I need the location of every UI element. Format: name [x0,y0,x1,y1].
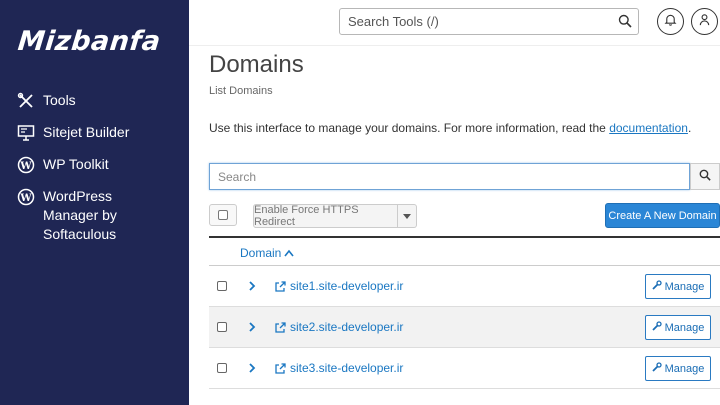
row-checkbox[interactable] [217,322,227,332]
manage-label: Manage [664,321,705,334]
domain-link[interactable]: site2.site-developer.ir [290,320,403,334]
brand-logo[interactable]: Mizbanfa [16,26,162,57]
manage-button[interactable]: Manage [645,315,711,340]
search-tools-placeholder: Search Tools (/) [348,14,439,29]
domains-table: Domain site1.site-developer.ir Manage si… [209,236,720,389]
manage-label: Manage [664,280,705,293]
documentation-link[interactable]: documentation [609,121,688,135]
page-title: Domains [209,51,304,78]
force-https-button[interactable]: Enable Force HTTPS Redirect [253,204,398,228]
monitor-icon [16,123,36,142]
domain-link[interactable]: site1.site-developer.ir [290,279,403,293]
user-icon [698,13,711,31]
sidebar-item-sitejet[interactable]: Sitejet Builder [16,123,129,142]
manage-button[interactable]: Manage [645,274,711,299]
svg-text:W: W [19,161,32,172]
checkbox-box [218,210,228,220]
domains-toolbar: Enable Force HTTPS Redirect Create A New… [209,203,720,228]
sidebar-item-tools[interactable]: Tools [16,91,76,110]
sidebar: Mizbanfa Tools Sitejet Builder W WP Tool… [0,0,189,405]
table-row: site1.site-developer.ir Manage [209,266,720,307]
external-link-icon[interactable] [274,362,286,380]
sidebar-item-label: Tools [43,92,76,108]
sidebar-item-label: Sitejet Builder [43,124,130,140]
svg-text:W: W [19,193,32,204]
search-icon [699,168,711,186]
domain-search: Search [209,163,720,190]
page-subtitle: List Domains [209,85,273,97]
sidebar-item-wordpress-manager[interactable]: W WordPress Manager by Softaculous [16,187,117,244]
sidebar-item-label: WordPress Manager by Softaculous [43,188,117,242]
chevron-right-icon[interactable] [248,320,256,338]
https-dropdown-toggle[interactable] [398,204,417,228]
search-tools-input[interactable]: Search Tools (/) [339,8,639,35]
select-all-checkbox[interactable] [209,204,237,226]
wordpress-icon: W [16,155,36,174]
bell-icon [664,13,677,31]
row-checkbox[interactable] [217,363,227,373]
user-menu-button[interactable] [691,8,718,35]
external-link-icon[interactable] [274,280,286,298]
intro-end: . [687,121,692,135]
domain-search-button[interactable] [690,163,720,190]
table-header: Domain [209,236,720,266]
domain-column-header[interactable]: Domain [240,246,294,260]
search-icon [618,14,632,31]
intro-text: Use this interface to manage your domain… [209,121,691,135]
domain-search-placeholder: Search [218,170,257,184]
create-domain-button[interactable]: Create A New Domain [605,203,720,228]
row-checkbox[interactable] [217,281,227,291]
top-bar: Search Tools (/) [189,0,720,46]
chevron-right-icon[interactable] [248,361,256,379]
wrench-icon [651,280,665,293]
external-link-icon[interactable] [274,321,286,339]
wordpress-icon: W [16,187,36,206]
table-row: site3.site-developer.ir Manage [209,348,720,389]
domain-link[interactable]: site3.site-developer.ir [290,361,403,375]
manage-button[interactable]: Manage [645,356,711,381]
wrench-icon [651,362,665,375]
sidebar-item-wp-toolkit[interactable]: W WP Toolkit [16,155,109,174]
domain-column-label: Domain [240,246,282,260]
chevron-right-icon[interactable] [248,279,256,297]
intro-body: Use this interface to manage your domain… [209,121,610,135]
table-row: site2.site-developer.ir Manage [209,307,720,348]
tools-icon [16,91,36,110]
notifications-button[interactable] [657,8,684,35]
main-content: Domains List Domains Use this interface … [189,46,720,405]
sort-up-icon [281,246,294,260]
manage-label: Manage [664,362,705,375]
domain-search-input[interactable]: Search [209,163,690,190]
caret-down-icon [403,207,411,225]
wrench-icon [651,321,665,334]
sidebar-item-label: WP Toolkit [43,156,109,172]
